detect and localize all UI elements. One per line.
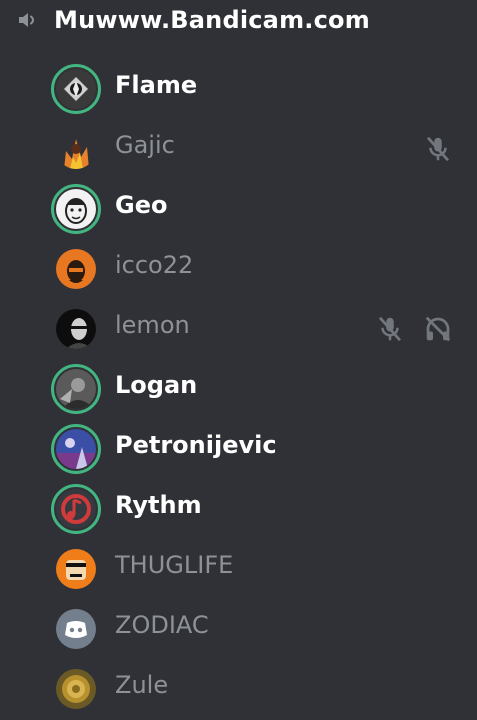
member-name: Zule [115,671,169,699]
member-name: Flame [115,71,198,99]
voice-member-list: Flame Gajic Geo icco22 lemon Logan Petro… [0,58,477,718]
deafened-headphones-icon [425,316,451,342]
muted-microphone-icon [426,136,450,162]
member-name: Logan [115,371,198,399]
muted-microphone-icon [378,316,402,342]
avatar [56,549,96,589]
speaking-indicator [51,364,101,414]
voice-member-lemon[interactable]: lemon [0,298,477,358]
voice-member-zodiac[interactable]: ZODIAC [0,598,477,658]
speaking-indicator [51,484,101,534]
voice-member-geo[interactable]: Geo [0,178,477,238]
voice-member-gajic[interactable]: Gajic [0,118,477,178]
voice-channel-name: Muwww.Bandicam.com [54,6,370,34]
voice-channel-header[interactable]: Muwww.Bandicam.com [16,4,370,36]
member-name: lemon [115,311,190,339]
avatar [56,249,96,289]
member-name: ZODIAC [115,611,209,639]
avatar [56,129,96,169]
voice-member-rythm[interactable]: Rythm [0,478,477,538]
voice-member-petronijevic[interactable]: Petronijevic [0,418,477,478]
avatar [56,309,96,349]
voice-member-thuglife[interactable]: THUGLIFE [0,538,477,598]
speaking-indicator [51,424,101,474]
speaker-icon [19,13,35,27]
avatar [56,669,96,709]
avatar [56,369,96,409]
avatar [56,609,96,649]
voice-member-flame[interactable]: Flame [0,58,477,118]
avatar [56,189,96,229]
member-name: Gajic [115,131,175,159]
member-name: Petronijevic [115,431,277,459]
voice-channel-panel: Muwww.Bandicam.com Flame Gajic Geo icco2… [0,0,477,720]
member-name: THUGLIFE [115,551,234,579]
avatar [56,489,96,529]
voice-member-zule[interactable]: Zule [0,658,477,718]
avatar [56,429,96,469]
voice-member-icco22[interactable]: icco22 [0,238,477,298]
member-name: Rythm [115,491,202,519]
voice-member-logan[interactable]: Logan [0,358,477,418]
member-name: Geo [115,191,168,219]
avatar [56,69,96,109]
speaking-indicator [51,184,101,234]
speaking-indicator [51,64,101,114]
member-name: icco22 [115,251,194,279]
